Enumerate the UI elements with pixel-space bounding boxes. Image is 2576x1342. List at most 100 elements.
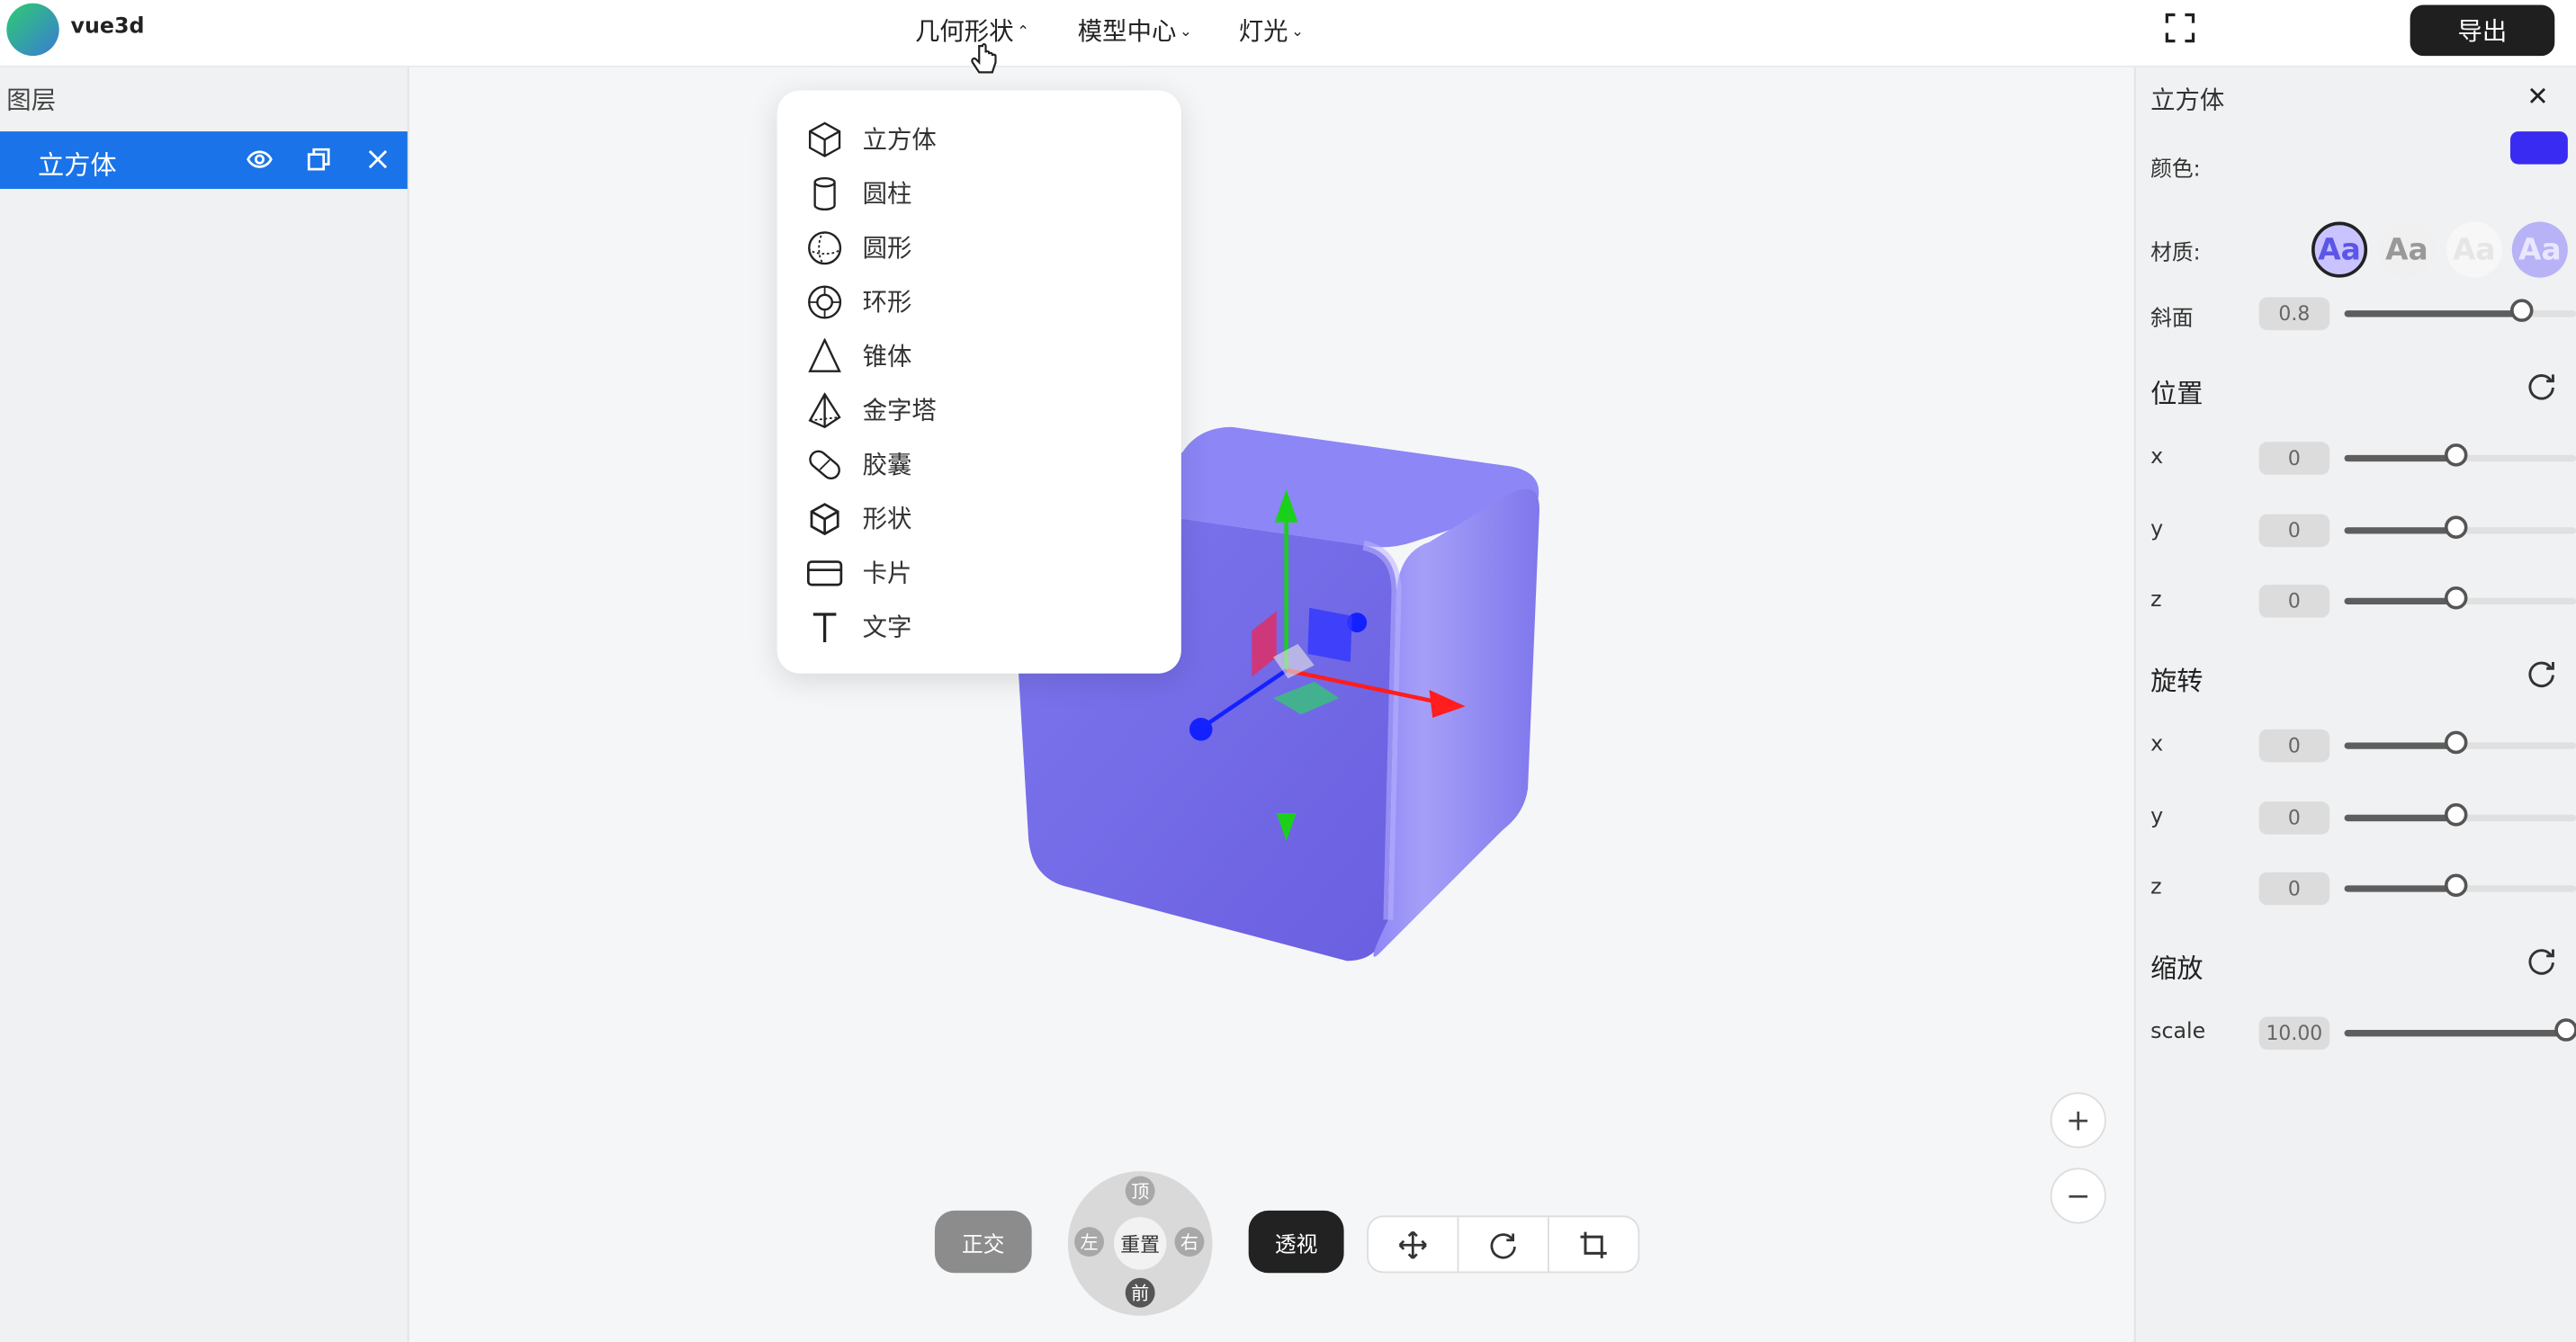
transform-toolbar [1367,1215,1640,1274]
app-name: vue3d [70,14,145,40]
shape-icon [810,502,839,535]
cylinder-icon [813,176,836,210]
rotation-z-label: z [2150,875,2162,900]
rotation-x-slider[interactable] [2344,730,2576,755]
perspective-button[interactable]: 透视 [1248,1210,1344,1274]
material-option-2[interactable]: Aa [2378,221,2435,278]
zoom-out-button[interactable]: − [2050,1168,2106,1224]
dropdown-item-cube[interactable]: 立方体 [777,112,1181,166]
dropdown-item-label: 立方体 [862,124,937,155]
layers-panel [0,67,409,1342]
crop-icon [1580,1230,1607,1257]
close-icon[interactable]: ✕ [2527,80,2548,112]
gizmo-xy-plane [1307,607,1352,662]
dropdown-item-torus[interactable]: 环形 [777,274,1181,328]
gizmo-z-handle [1189,718,1213,741]
layers-title: 图层 [6,85,57,115]
reset-icon[interactable] [2525,944,2558,978]
rotation-y-slider[interactable] [2344,803,2576,827]
hand-cursor-icon [971,43,997,74]
close-icon[interactable] [364,145,393,174]
dropdown-item-capsule[interactable]: 胶囊 [777,437,1181,491]
position-z-value[interactable]: 0 [2258,585,2330,618]
bevel-label: 斜面 [2150,307,2194,332]
dropdown-item-label: 形状 [862,504,912,534]
pyramid-icon [808,391,841,428]
scale-label: scale [2150,1020,2206,1045]
rotation-y-label: y [2150,804,2164,830]
rotation-x-label: x [2150,732,2164,757]
app-logo [6,3,59,57]
dropdown-item-cone[interactable]: 锥体 [777,328,1181,382]
translate-tool[interactable] [1369,1217,1459,1272]
rotation-z-value[interactable]: 0 [2258,872,2330,906]
card-icon [806,559,843,586]
material-option-1[interactable]: Aa [2311,221,2368,278]
position-z-slider[interactable] [2344,586,2576,610]
menu-lights-label: 灯光 [1238,16,1288,47]
position-x-slider[interactable] [2344,443,2576,467]
chevron-up-icon: ⌃ [1017,23,1030,40]
chevron-down-icon: ⌄ [1180,23,1192,40]
duplicate-icon[interactable] [304,145,334,174]
view-front-button[interactable]: 前 [1125,1277,1155,1308]
bevel-value[interactable]: 0.8 [2258,297,2330,331]
layer-item-label: 立方体 [37,149,117,181]
scale-tool[interactable] [1549,1217,1638,1271]
view-reset-button[interactable]: 重置 [1113,1217,1167,1270]
rotation-z-slider[interactable] [2344,873,2576,898]
rotate-icon [1490,1232,1516,1258]
rotation-y-value[interactable]: 0 [2258,801,2330,835]
text-icon [812,612,837,642]
view-right-button[interactable]: 右 [1174,1227,1205,1257]
position-z-label: z [2150,587,2162,613]
scale-value[interactable]: 10.00 [2258,1016,2330,1050]
orthographic-button[interactable]: 正交 [934,1210,1032,1274]
reset-icon[interactable] [2525,657,2558,690]
scale-slider[interactable] [2344,1018,2576,1042]
dropdown-item-sphere[interactable]: 圆形 [777,220,1181,274]
dropdown-item-label: 圆柱 [862,179,912,209]
scale-title: 缩放 [2150,953,2204,984]
dropdown-item-label: 环形 [862,287,912,318]
view-top-button[interactable]: 顶 [1125,1176,1155,1206]
dropdown-item-label: 锥体 [862,341,912,371]
properties-title: 立方体 [2150,85,2225,115]
reset-icon[interactable] [2525,370,2558,403]
dropdown-item-card[interactable]: 卡片 [777,545,1181,599]
view-left-button[interactable]: 左 [1074,1227,1104,1257]
export-button[interactable]: 导出 [2410,4,2555,57]
rotation-x-value[interactable]: 0 [2258,729,2330,763]
material-option-3[interactable]: Aa [2446,221,2502,278]
color-swatch[interactable] [2509,131,2568,165]
dropdown-item-label: 文字 [862,613,912,643]
layer-item[interactable]: 立方体 [0,131,408,190]
eye-icon[interactable] [245,145,274,174]
position-y-slider[interactable] [2344,515,2576,539]
menu-models[interactable]: 模型中心 ⌄ [1078,13,1192,48]
move-icon [1398,1230,1427,1258]
menu-models-label: 模型中心 [1077,16,1177,47]
material-label: 材质: [2150,241,2201,266]
dropdown-item-label: 卡片 [862,558,912,588]
dropdown-item-shape[interactable]: 形状 [777,491,1181,545]
zoom-in-button[interactable]: + [2050,1092,2106,1149]
torus-icon [808,284,842,318]
position-y-label: y [2150,517,2164,542]
position-x-value[interactable]: 0 [2258,442,2330,475]
fullscreen-icon[interactable] [2165,13,2195,43]
dropdown-item-label: 胶囊 [862,450,912,480]
dropdown-item-cylinder[interactable]: 圆柱 [777,166,1181,219]
cone-icon [808,337,841,371]
position-title: 位置 [2150,378,2204,409]
dropdown-item-label: 金字塔 [862,396,937,425]
position-x-label: x [2150,444,2164,470]
material-option-4[interactable]: Aa [2511,221,2568,278]
dropdown-item-pyramid[interactable]: 金字塔 [777,383,1181,437]
position-y-value[interactable]: 0 [2258,514,2330,548]
bevel-slider[interactable] [2344,299,2576,322]
rotate-tool[interactable] [1459,1217,1549,1272]
menu-lights[interactable]: 灯光 ⌄ [1239,13,1304,48]
cube-icon [808,121,841,157]
dropdown-item-text[interactable]: 文字 [777,600,1181,654]
